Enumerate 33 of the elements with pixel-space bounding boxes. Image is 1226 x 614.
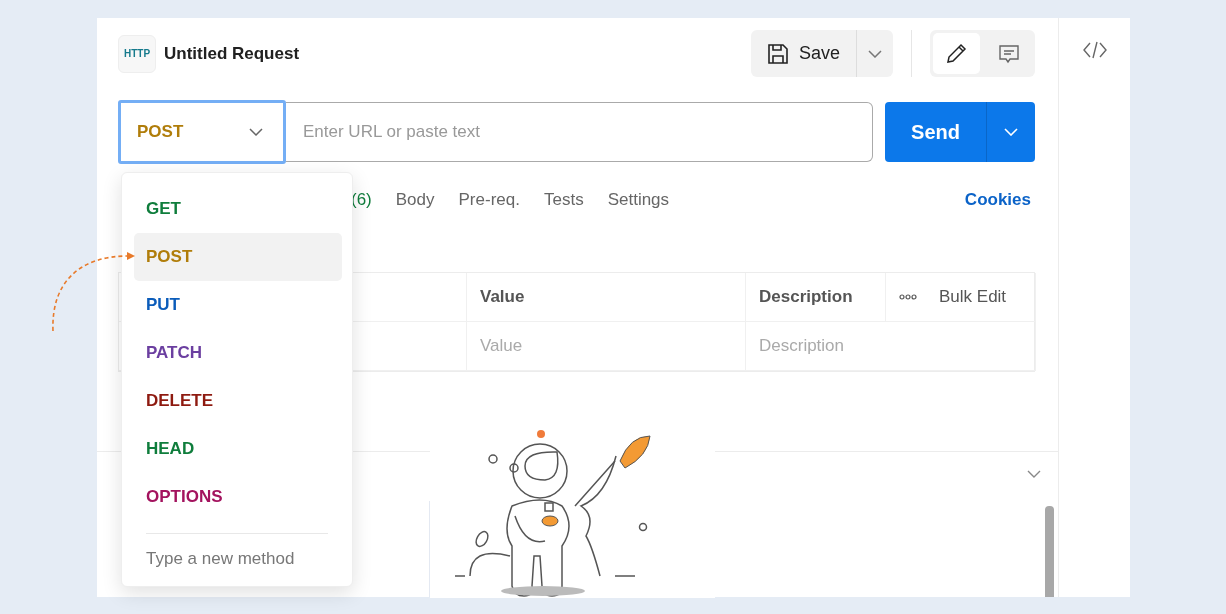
- code-icon[interactable]: [1081, 40, 1108, 60]
- cookies-link[interactable]: Cookies: [964, 187, 1031, 213]
- method-option[interactable]: PUT: [134, 281, 342, 329]
- more-icon[interactable]: [899, 294, 917, 300]
- tab[interactable]: Pre-req.: [458, 187, 520, 213]
- method-select[interactable]: POST: [118, 100, 286, 164]
- comment-icon: [997, 42, 1020, 65]
- http-icon: HTTP: [118, 34, 156, 73]
- caret-icon: [868, 49, 882, 58]
- save-icon: [766, 42, 789, 65]
- caret-icon: [249, 128, 263, 136]
- tab[interactable]: Tests: [543, 187, 584, 213]
- edit-mode-button[interactable]: [933, 33, 980, 74]
- selected-method: POST: [137, 121, 184, 144]
- request-title: Untitled Request: [164, 42, 300, 65]
- method-option[interactable]: GET: [134, 185, 342, 233]
- scrollbar-thumb[interactable]: [1045, 506, 1054, 597]
- method-option[interactable]: PATCH: [134, 329, 342, 377]
- tab[interactable]: Body: [395, 187, 435, 213]
- collapse-caret-icon[interactable]: [1027, 470, 1041, 478]
- tab[interactable]: Settings: [607, 187, 670, 213]
- method-option[interactable]: POST: [134, 233, 342, 281]
- bulk-edit-button[interactable]: Bulk Edit: [939, 284, 1007, 310]
- method-option[interactable]: OPTIONS: [134, 473, 342, 521]
- dashed-arrow-icon: [51, 251, 135, 331]
- save-button[interactable]: Save: [750, 30, 856, 77]
- method-option[interactable]: HEAD: [134, 425, 342, 473]
- pencil-icon: [945, 42, 968, 65]
- caret-icon: [1004, 128, 1018, 136]
- method-option[interactable]: DELETE: [134, 377, 342, 425]
- column-header: Description: [746, 273, 886, 322]
- url-field[interactable]: Enter URL or paste text: [286, 102, 873, 162]
- column-header: Value: [467, 273, 746, 322]
